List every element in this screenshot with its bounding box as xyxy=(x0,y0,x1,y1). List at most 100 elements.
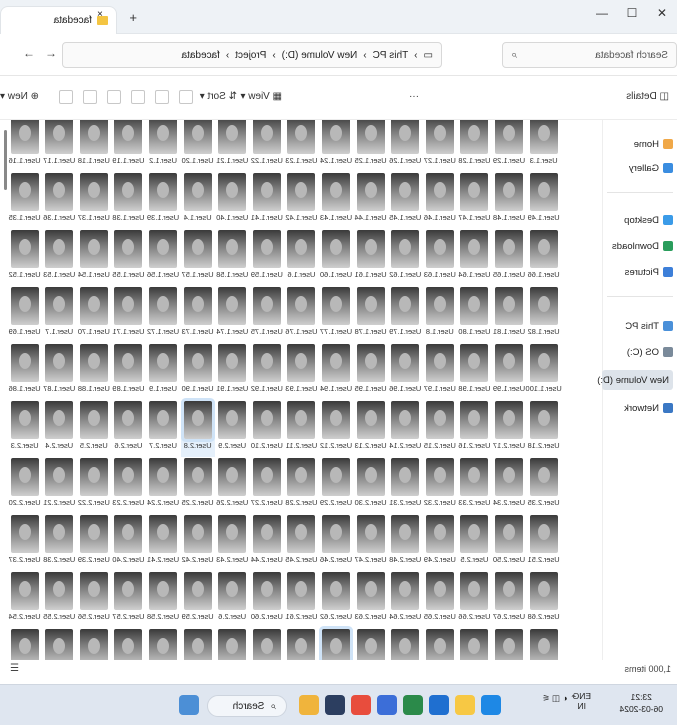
file-thumbnail[interactable]: User.1.18 xyxy=(77,120,111,172)
file-thumbnail[interactable]: User.1.20 xyxy=(181,120,215,172)
file-thumbnail[interactable]: User.2.24 xyxy=(146,458,180,514)
file-thumbnail[interactable]: User.2.22 xyxy=(77,458,111,514)
file-thumbnail[interactable]: User.1.3 xyxy=(527,120,561,172)
file-thumbnail[interactable]: User.1.66 xyxy=(527,230,561,286)
vertical-scrollbar[interactable] xyxy=(4,130,7,190)
file-thumbnail[interactable]: User.2.50 xyxy=(492,515,526,571)
file-thumbnail[interactable]: User.1.87 xyxy=(42,344,76,400)
file-thumbnail[interactable]: User.1.60 xyxy=(319,230,353,286)
file-thumbnail[interactable]: User.1.61 xyxy=(354,230,388,286)
file-thumbnail[interactable]: User.2.73 xyxy=(77,629,111,660)
file-thumbnail[interactable]: User.1.23 xyxy=(284,120,318,172)
file-thumbnail[interactable]: User.2.55 xyxy=(42,572,76,628)
file-thumbnail[interactable]: User.2.23 xyxy=(111,458,145,514)
file-thumbnail[interactable]: User.2.40 xyxy=(111,515,145,571)
rename-icon[interactable] xyxy=(131,90,145,104)
view-toggle-icon[interactable]: ☰ xyxy=(10,663,19,674)
file-thumbnail[interactable]: User.2.74 xyxy=(111,629,145,660)
file-thumbnail[interactable]: User.1.45 xyxy=(388,173,422,229)
file-thumbnail[interactable]: User.2.6 xyxy=(215,572,249,628)
address-field[interactable]: ▭ › This PC › New Volume (D:) › Project … xyxy=(62,42,442,68)
file-thumbnail[interactable]: User.1.64 xyxy=(457,230,491,286)
file-thumbnail[interactable]: User.2.68 xyxy=(527,572,561,628)
file-thumbnail[interactable]: User.2.34 xyxy=(492,458,526,514)
file-thumbnail[interactable]: User.1.17 xyxy=(42,120,76,172)
forward-button[interactable]: → xyxy=(23,46,35,60)
file-thumbnail[interactable]: User.2.57 xyxy=(111,572,145,628)
file-thumbnail[interactable]: User.2.56 xyxy=(77,572,111,628)
file-thumbnail[interactable]: User.2.49 xyxy=(423,515,457,571)
file-thumbnail[interactable]: User.2.51 xyxy=(527,515,561,571)
file-thumbnail[interactable]: User.1.69 xyxy=(8,287,42,343)
back-button[interactable]: ← xyxy=(45,46,57,60)
file-thumbnail[interactable]: User.1.39 xyxy=(146,173,180,229)
file-thumbnail[interactable]: User.1.54 xyxy=(77,230,111,286)
file-thumbnail[interactable]: User.2.8 xyxy=(180,401,215,457)
file-thumbnail[interactable]: User.2.78 xyxy=(250,629,284,660)
file-thumbnail[interactable]: User.1.48 xyxy=(492,173,526,229)
close-button[interactable]: ✕ xyxy=(647,0,677,26)
file-thumbnail[interactable]: User.2.61 xyxy=(284,572,318,628)
cut-icon[interactable] xyxy=(59,90,73,104)
file-thumbnail[interactable]: User.2.85 xyxy=(527,629,561,660)
file-thumbnail[interactable]: User.1.92 xyxy=(250,344,284,400)
file-thumbnail[interactable]: User.2.4 xyxy=(42,401,76,457)
file-thumbnail[interactable]: User.2.29 xyxy=(319,458,353,514)
file-thumbnail[interactable]: User.1.78 xyxy=(354,287,388,343)
file-thumbnail[interactable]: User.2.80 xyxy=(354,629,388,660)
file-thumbnail[interactable]: User.1.8 xyxy=(423,287,457,343)
file-thumbnail[interactable]: User.2.39 xyxy=(77,515,111,571)
file-thumbnail[interactable]: User.1.89 xyxy=(111,344,145,400)
new-button[interactable]: ⊕ New ▾ xyxy=(0,91,39,102)
file-thumbnail[interactable]: User.2.42 xyxy=(181,515,215,571)
file-thumbnail[interactable]: User.1.44 xyxy=(354,173,388,229)
file-thumbnail[interactable]: User.1.36 xyxy=(42,173,76,229)
file-thumbnail[interactable]: User.2.84 xyxy=(492,629,526,660)
search-input[interactable]: Search facedata ⌕ xyxy=(502,42,677,68)
clock[interactable]: 23:21 06-03-2024 xyxy=(620,691,663,715)
file-thumbnail[interactable]: User.1.35 xyxy=(8,173,42,229)
file-thumbnail[interactable]: User.2.33 xyxy=(457,458,491,514)
file-thumbnail[interactable]: User.2.75 xyxy=(146,629,180,660)
new-tab-button[interactable]: + xyxy=(129,10,137,25)
file-thumbnail[interactable]: User.2.46 xyxy=(319,515,353,571)
more-button[interactable]: ··· xyxy=(409,91,419,102)
file-thumbnail[interactable]: User.2.79 xyxy=(284,629,318,660)
file-thumbnail[interactable]: User.2.64 xyxy=(388,572,422,628)
file-thumbnail[interactable]: User.1.91 xyxy=(215,344,249,400)
file-thumbnail[interactable]: User.1.19 xyxy=(111,120,145,172)
sidebar-item-this-pc[interactable]: This PC xyxy=(625,316,673,336)
file-thumbnail[interactable]: User.2.17 xyxy=(492,401,526,457)
file-thumbnail[interactable]: User.2.41 xyxy=(146,515,180,571)
copy-icon[interactable] xyxy=(83,90,97,104)
file-thumbnail[interactable]: User.1.74 xyxy=(215,287,249,343)
task-view-icon[interactable] xyxy=(325,695,345,715)
edge-icon[interactable] xyxy=(481,695,501,715)
file-thumbnail[interactable]: User.2.63 xyxy=(354,572,388,628)
file-thumbnail[interactable]: User.1.40 xyxy=(215,173,249,229)
file-thumbnail[interactable]: User.1.76 xyxy=(284,287,318,343)
file-thumbnail[interactable]: User.1.90 xyxy=(181,344,215,400)
sidebar-item-downloads[interactable]: Downloads xyxy=(612,236,673,256)
file-thumbnail[interactable]: User.2.9 xyxy=(215,401,249,457)
widgets-icon[interactable] xyxy=(299,695,319,715)
file-thumbnail[interactable]: User.2.71 xyxy=(8,629,42,660)
file-thumbnail[interactable]: User.1.43 xyxy=(319,173,353,229)
app-icon[interactable] xyxy=(377,695,397,715)
sidebar-item-network[interactable]: Network xyxy=(624,398,673,418)
file-thumbnail[interactable]: User.1.47 xyxy=(457,173,491,229)
file-thumbnail[interactable]: User.2.3 xyxy=(8,401,42,457)
share-icon[interactable] xyxy=(155,90,169,104)
file-thumbnail[interactable]: User.1.58 xyxy=(215,230,249,286)
breadcrumb-new-volume[interactable]: New Volume (D:) xyxy=(282,50,358,61)
file-thumbnail[interactable]: User.1.2 xyxy=(146,120,180,172)
file-thumbnail[interactable]: User.2.27 xyxy=(250,458,284,514)
file-thumbnail[interactable]: User.1.65 xyxy=(492,230,526,286)
taskbar-search[interactable]: ⌕ Search xyxy=(207,695,287,717)
file-thumbnail[interactable]: User.2.81 xyxy=(388,629,422,660)
file-thumbnail[interactable]: User.1.22 xyxy=(250,120,284,172)
file-thumbnail[interactable]: User.1.26 xyxy=(388,120,422,172)
file-thumbnail[interactable]: User.2.13 xyxy=(354,401,388,457)
file-thumbnail[interactable]: User.2.20 xyxy=(8,458,42,514)
file-thumbnail[interactable]: User.2.5 xyxy=(457,515,491,571)
